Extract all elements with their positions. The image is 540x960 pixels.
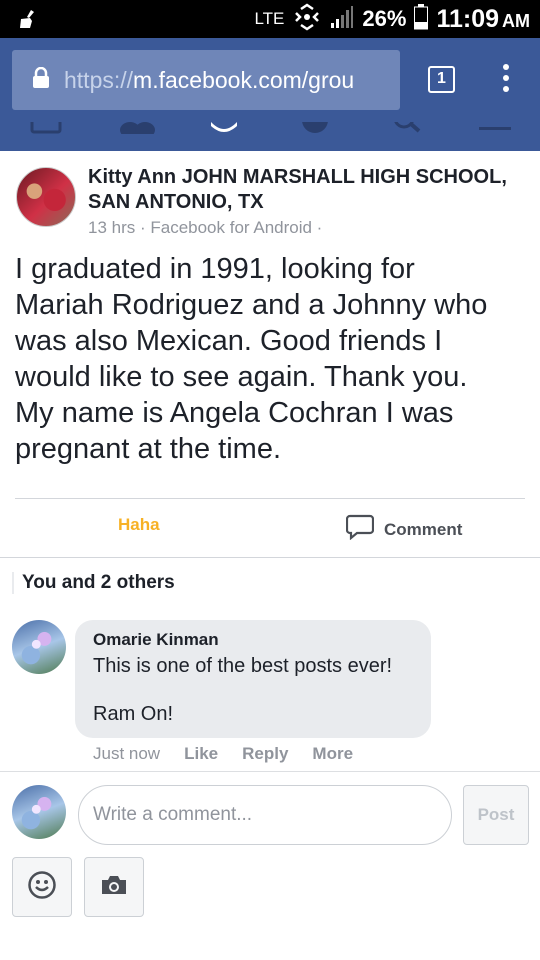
signal-icon: [330, 5, 354, 34]
post-body-line: pregnant at the time.: [15, 433, 281, 465]
messages-icon[interactable]: [208, 122, 240, 139]
globe-icon[interactable]: [300, 122, 330, 139]
photo-button[interactable]: [84, 857, 144, 917]
comment-like-button[interactable]: Like: [184, 744, 218, 764]
camera-icon: [100, 874, 128, 901]
post-author[interactable]: Kitty Ann JOHN MARSHALL HIGH SCHOOL, SAN…: [88, 165, 518, 215]
current-user-avatar: [12, 785, 66, 839]
friends-icon[interactable]: [118, 122, 156, 139]
divider: [15, 498, 525, 499]
network-type: LTE: [254, 9, 285, 28]
comment-input[interactable]: [78, 785, 452, 845]
reaction-summary[interactable]: You and 2 others: [12, 572, 175, 594]
cleaner-icon: [18, 9, 40, 34]
comment-timestamp: Just now: [93, 744, 161, 763]
status-bar: LTE 26% 11:09 AM: [0, 0, 540, 38]
lock-icon: [32, 66, 50, 94]
post-body-line: I graduated in 1991, looking for: [15, 253, 415, 285]
search-icon[interactable]: [392, 122, 424, 139]
url-text: https://m.facebook.com/grou: [64, 66, 355, 93]
post-meta: 13 hrs · Facebook for Android ·: [88, 218, 323, 237]
post-comment-button[interactable]: Post: [463, 785, 529, 845]
author-avatar[interactable]: [16, 167, 76, 227]
facebook-nav-bar: [0, 122, 540, 151]
comment-text-line: Ram On!: [93, 703, 174, 725]
comment-icon: [345, 514, 375, 545]
comment-reply-button[interactable]: Reply: [242, 744, 288, 764]
data-activity-icon: [292, 2, 322, 36]
tab-switcher-button[interactable]: 1: [428, 66, 455, 93]
hamburger-menu-icon[interactable]: [478, 122, 512, 139]
comment-more-button[interactable]: More: [312, 744, 353, 764]
news-feed-icon[interactable]: [30, 122, 62, 139]
battery-icon: [414, 3, 429, 35]
smiley-icon: [27, 870, 57, 905]
post-body-line: My name is Angela Cochran I was: [15, 397, 454, 429]
post-body-line: would like to see again. Thank you.: [15, 361, 468, 393]
divider: [0, 557, 540, 558]
reaction-bar: Haha Comment: [0, 500, 540, 556]
comment-actions: Just now Like Reply More: [93, 744, 353, 764]
address-bar[interactable]: https://m.facebook.com/grou: [12, 50, 400, 110]
battery-percent: 26%: [362, 6, 407, 31]
emoji-button[interactable]: [12, 857, 72, 917]
overflow-menu-icon[interactable]: [500, 64, 512, 96]
post-body: I graduated in 1991, looking for Mariah …: [15, 251, 530, 467]
comment-label: Comment: [384, 519, 463, 539]
commenter-avatar[interactable]: [12, 620, 66, 674]
comment-author[interactable]: Omarie Kinman: [93, 630, 219, 650]
haha-reaction-button[interactable]: Haha: [118, 515, 160, 535]
browser-toolbar: https://m.facebook.com/grou 1: [0, 38, 540, 122]
post-body-line: was also Mexican. Good friends I: [15, 325, 443, 357]
comment-bubble: Omarie Kinman This is one of the best po…: [75, 620, 431, 738]
post-body-line: Mariah Rodriguez and a Johnny who: [15, 289, 488, 321]
clock: 11:09 AM: [436, 4, 530, 33]
comment-text-line: This is one of the best posts ever!: [93, 655, 393, 677]
divider: [0, 771, 540, 772]
comment-button[interactable]: Comment: [345, 514, 463, 545]
